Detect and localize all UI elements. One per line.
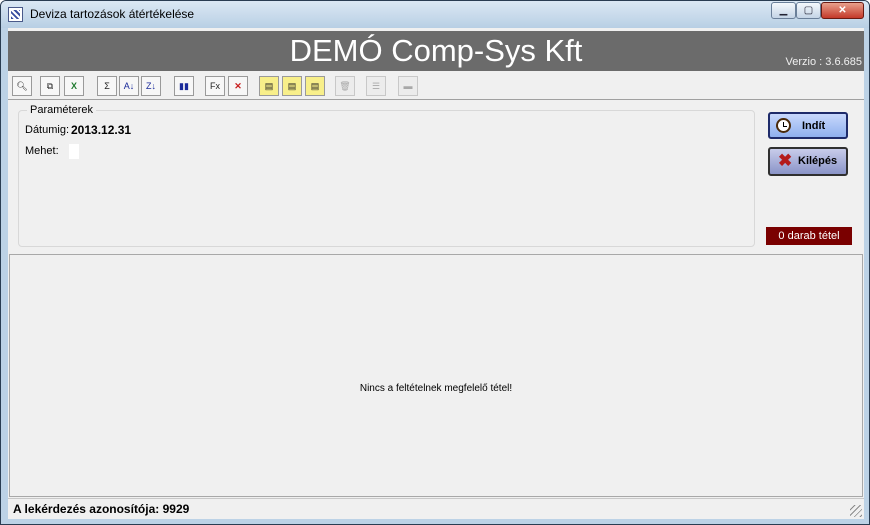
company-banner: DEMÓ Comp-Sys Kft Verzio : 3.6.685 [8, 31, 864, 71]
status-bar: A lekérdezés azonosítója: 9929 [8, 498, 864, 519]
sort-descending-icon[interactable]: Z↓ [141, 76, 161, 96]
record-count-badge: 0 darab tétel [766, 227, 852, 245]
results-grid[interactable]: Nincs a feltételnek megfelelő tétel! [9, 254, 863, 497]
filter-clear-icon[interactable]: ✕ [228, 76, 248, 96]
app-window: Deviza tartozások átértékelése ▁ ▢ ✕ DEM… [0, 0, 870, 525]
client-area: DEMÓ Comp-Sys Kft Verzio : 3.6.685 🔍︎ ⧉ … [8, 28, 864, 519]
save-icon[interactable]: ▬ [398, 76, 418, 96]
empty-results-message: Nincs a feltételnek megfelelő tétel! [359, 383, 513, 394]
maximize-button[interactable]: ▢ [796, 2, 821, 19]
delete-icon[interactable]: 🗑︎ [335, 76, 355, 96]
version-label: Verzio : 3.6.685 [785, 56, 862, 68]
exit-x-icon: ✖ [778, 151, 793, 170]
sort-ascending-icon[interactable]: A↓ [119, 76, 139, 96]
chart-icon[interactable]: ▮▮ [174, 76, 194, 96]
mehet-label: Mehet: [25, 145, 59, 157]
note-icon[interactable]: ▤ [259, 76, 279, 96]
parameters-group: Paraméterek Dátumig: 2013.12.31 Mehet: [18, 104, 755, 247]
print-preview-icon[interactable]: 🔍︎ [12, 76, 32, 96]
copy-icon[interactable]: ⧉ [40, 76, 60, 96]
app-icon[interactable] [8, 7, 23, 22]
start-button-label: Indít [802, 120, 826, 132]
query-id-status: A lekérdezés azonosítója: 9929 [13, 502, 190, 516]
note-edit-icon[interactable]: ▤ [305, 76, 325, 96]
toolbar-divider [8, 99, 864, 100]
start-button[interactable]: Indít [768, 112, 848, 139]
clock-icon [776, 118, 791, 133]
parameters-legend: Paraméterek [27, 104, 96, 116]
filter-fx-icon[interactable]: Fx [205, 76, 225, 96]
toolbar: 🔍︎ ⧉ X Σ A↓ Z↓ ▮▮ Fx ✕ ▤ ▤ ▤ 🗑︎ ☰ ▬ [9, 73, 863, 99]
close-button[interactable]: ✕ [821, 2, 864, 19]
date-label: Dátumig: [25, 124, 70, 136]
window-title: Deviza tartozások átértékelése [30, 7, 195, 21]
minimize-button[interactable]: ▁ [771, 2, 796, 19]
date-field[interactable]: 2013.12.31 [71, 123, 131, 137]
company-name: DEMÓ Comp-Sys Kft [289, 33, 583, 68]
title-bar[interactable]: Deviza tartozások átértékelése ▁ ▢ ✕ [1, 1, 869, 28]
mehet-field[interactable] [69, 144, 79, 159]
grid-icon[interactable]: ☰ [366, 76, 386, 96]
excel-export-icon[interactable]: X [64, 76, 84, 96]
exit-button-label: Kilépés [798, 155, 838, 167]
exit-button[interactable]: ✖ Kilépés [768, 147, 848, 176]
note-add-icon[interactable]: ▤ [282, 76, 302, 96]
resize-grip-icon[interactable] [850, 505, 862, 517]
sum-icon[interactable]: Σ [97, 76, 117, 96]
